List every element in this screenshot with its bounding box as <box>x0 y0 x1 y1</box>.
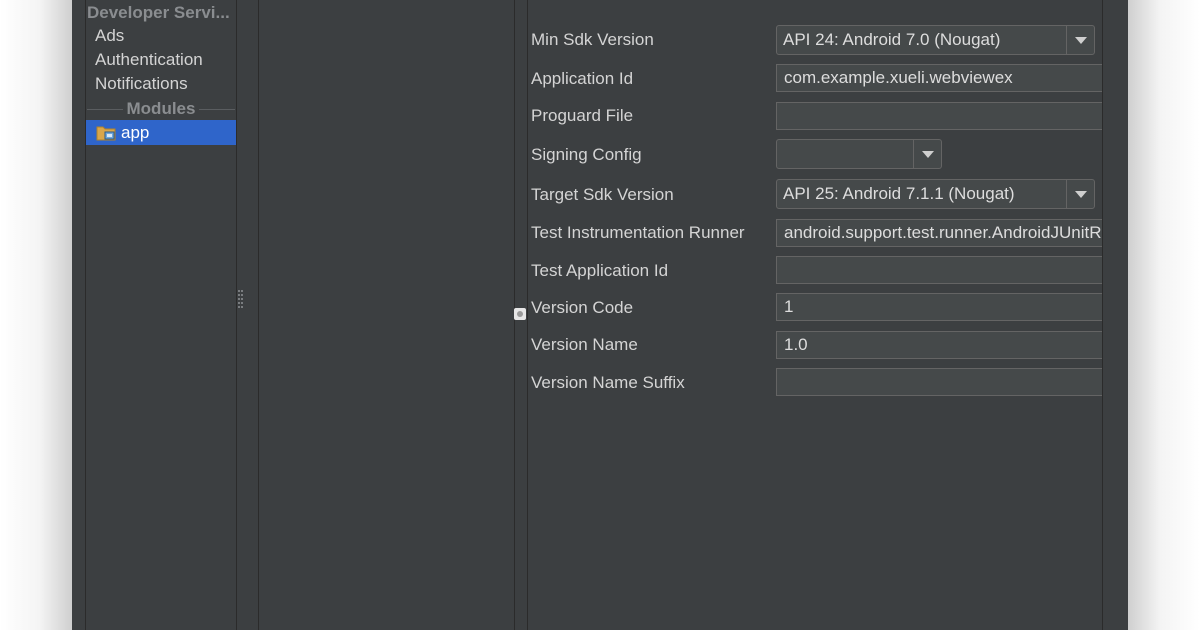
sidebar-splitter[interactable] <box>236 0 237 630</box>
label-test-application-id: Test Application Id <box>531 261 669 280</box>
min-sdk-version-combo[interactable]: API 24: Android 7.0 (Nougat) <box>776 25 1095 55</box>
application-id-field[interactable]: com.example.xueli.webviewex <box>776 64 1116 92</box>
sidebar-item-ads[interactable]: Ads <box>95 25 124 47</box>
list-panel-left-border <box>258 0 259 630</box>
version-code-field[interactable]: 1 <box>776 293 1116 321</box>
modules-separator: Modules <box>87 99 235 119</box>
label-version-code: Version Code <box>531 298 634 317</box>
label-proguard-file: Proguard File <box>531 106 634 125</box>
sidebar-module-app[interactable]: app <box>86 120 236 145</box>
signing-config-combo[interactable] <box>776 139 942 169</box>
sidebar-left-border <box>85 0 86 630</box>
label-version-name: Version Name <box>531 335 638 354</box>
properties-panel-right-border <box>1102 0 1103 630</box>
window-shadow-right-overlay <box>1128 0 1200 630</box>
target-sdk-version-value: API 25: Android 7.1.1 (Nougat) <box>783 184 1015 203</box>
target-sdk-version-combo[interactable]: API 25: Android 7.1.1 (Nougat) <box>776 179 1095 209</box>
sidebar-item-authentication[interactable]: Authentication <box>95 49 203 71</box>
label-min-sdk-version: Min Sdk Version <box>531 30 654 49</box>
label-signing-config: Signing Config <box>531 145 642 164</box>
chevron-down-icon[interactable] <box>1066 26 1094 54</box>
label-application-id: Application Id <box>531 69 634 88</box>
properties-panel-right-edge <box>1102 0 1128 630</box>
splitter-grip-handle[interactable] <box>238 290 244 310</box>
version-name-suffix-field[interactable] <box>776 368 1116 396</box>
label-target-sdk-version: Target Sdk Version <box>531 185 674 204</box>
folder-module-icon <box>96 124 116 146</box>
window-shadow-left <box>0 0 72 630</box>
min-sdk-version-value: API 24: Android 7.0 (Nougat) <box>783 30 1001 49</box>
label-version-name-suffix: Version Name Suffix <box>531 373 685 392</box>
module-label-app: app <box>121 123 150 142</box>
chevron-down-icon[interactable] <box>913 140 941 168</box>
version-name-field[interactable]: 1.0 <box>776 331 1116 359</box>
label-test-instrumentation-runner: Test Instrumentation Runner <box>531 223 745 242</box>
properties-panel-left-border <box>527 0 528 630</box>
modules-header: Modules <box>122 99 200 118</box>
chevron-down-icon[interactable] <box>1066 180 1094 208</box>
sidebar-item-notifications[interactable]: Notifications <box>95 73 188 95</box>
proguard-file-field[interactable] <box>776 102 1116 130</box>
test-instrumentation-runner-field[interactable]: android.support.test.runner.AndroidJUnit… <box>776 219 1116 247</box>
sidebar-section-developer-services: Developer Servi... <box>87 3 230 22</box>
test-application-id-field[interactable] <box>776 256 1116 284</box>
collapse-panel-button[interactable] <box>514 308 526 320</box>
